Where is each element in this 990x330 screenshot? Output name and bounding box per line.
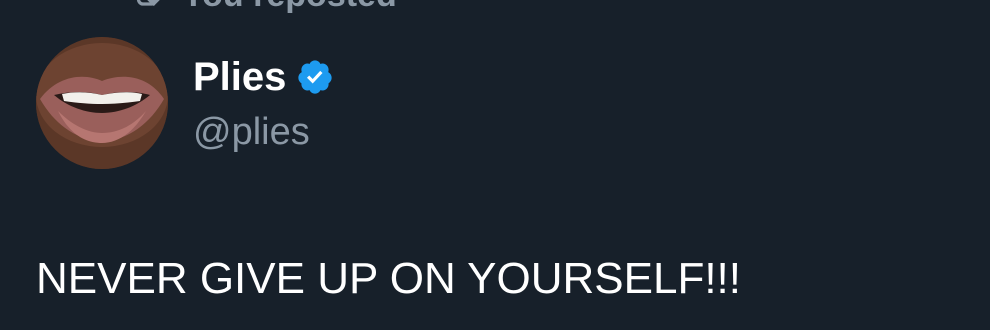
avatar[interactable] <box>36 37 168 169</box>
repost-icon <box>128 0 164 13</box>
tweet-card[interactable]: You reposted Plies @plies NEVER GIVE UP … <box>0 0 990 330</box>
tweet-text: NEVER GIVE UP ON YOURSELF!!! <box>36 254 742 303</box>
repost-label: You reposted <box>182 0 397 15</box>
display-name[interactable]: Plies <box>193 55 286 99</box>
author-block[interactable]: Plies @plies <box>193 55 334 154</box>
name-row: Plies <box>193 55 334 99</box>
user-handle[interactable]: @plies <box>193 110 334 154</box>
verified-badge-icon <box>296 58 334 96</box>
repost-indicator[interactable]: You reposted <box>128 0 397 15</box>
